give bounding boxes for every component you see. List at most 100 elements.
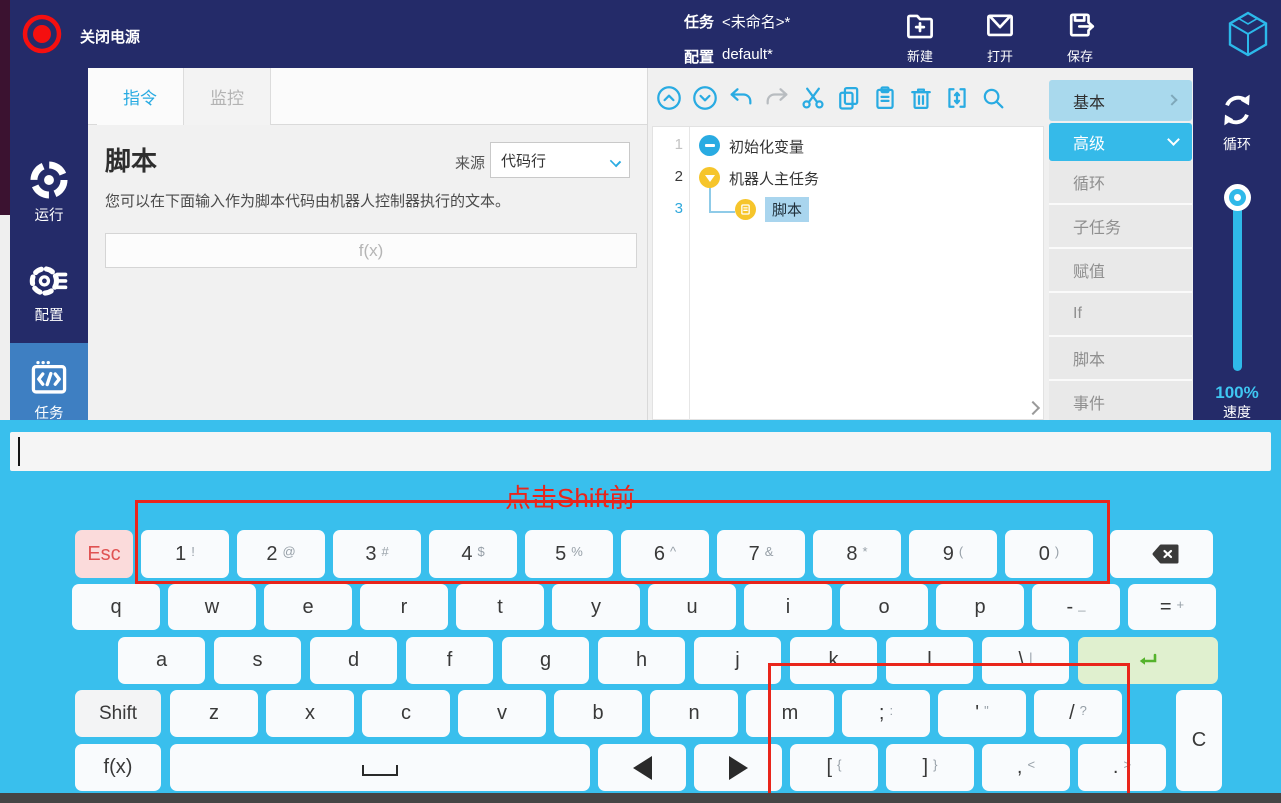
key-r[interactable]: r (360, 584, 448, 630)
script-expression-input[interactable] (105, 233, 637, 268)
palette-item-event[interactable]: 事件 (1049, 381, 1192, 420)
sidebar-item-config[interactable]: 配置 (10, 250, 88, 342)
keyboard-text-input[interactable] (10, 432, 1271, 471)
key-s[interactable]: s (214, 637, 301, 684)
redo-icon[interactable] (763, 84, 791, 112)
key-b[interactable]: b (554, 690, 642, 737)
key-main-char: e (302, 596, 313, 619)
key-g[interactable]: g (502, 637, 589, 684)
key-4[interactable]: 4$ (429, 530, 517, 578)
palette-item-script[interactable]: 脚本 (1049, 337, 1192, 381)
key-q[interactable]: q (72, 584, 160, 630)
key-u[interactable]: u (648, 584, 736, 630)
key-shift[interactable]: Shift (75, 690, 161, 737)
key-v[interactable]: v (458, 690, 546, 737)
key-a[interactable]: a (118, 637, 205, 684)
key-d[interactable]: d (310, 637, 397, 684)
key-h[interactable]: h (598, 637, 685, 684)
key-main-char: o (878, 596, 889, 619)
key-n[interactable]: n (650, 690, 738, 737)
key-arrow-left[interactable] (598, 744, 686, 791)
palette-item-subtask[interactable]: 子任务 (1049, 205, 1192, 249)
key-semicolon[interactable]: ;: (842, 690, 930, 737)
copy-icon[interactable] (835, 84, 863, 112)
key-t[interactable]: t (456, 584, 544, 630)
key-comma[interactable]: ,< (982, 744, 1070, 791)
key-k[interactable]: k (790, 637, 877, 684)
topbar-action-3[interactable]: 保存 (1040, 6, 1120, 65)
key-p[interactable]: p (936, 584, 1024, 630)
key-8[interactable]: 8* (813, 530, 901, 578)
tree-node-row[interactable]: 1初始化变量 (653, 130, 1043, 162)
key-7[interactable]: 7& (717, 530, 805, 578)
undo-icon[interactable] (727, 84, 755, 112)
tab-monitor[interactable]: 监控 (184, 68, 271, 125)
key-2[interactable]: 2@ (237, 530, 325, 578)
move-up-icon[interactable] (655, 84, 683, 112)
key-backslash[interactable]: \| (982, 637, 1069, 684)
topbar-action-1[interactable]: 新建 (880, 6, 960, 65)
key-slash[interactable]: /? (1034, 690, 1122, 737)
key-f[interactable]: f (406, 637, 493, 684)
key-z[interactable]: z (170, 690, 258, 737)
key-i[interactable]: i (744, 584, 832, 630)
sidebar-item-task[interactable]: 任务 (10, 348, 88, 420)
speed-slider-track[interactable] (1233, 198, 1242, 371)
palette-group-basic[interactable]: 基本 (1049, 80, 1192, 121)
key-bracket-open[interactable]: [{ (790, 744, 878, 791)
tree-node-row[interactable]: 3脚本 (653, 194, 1043, 226)
key-m[interactable]: m (746, 690, 834, 737)
key-backspace[interactable] (1110, 530, 1213, 578)
key-j[interactable]: j (694, 637, 781, 684)
key-shift-char: } (933, 757, 937, 772)
palette-item-if[interactable]: If (1049, 293, 1192, 337)
key-main-char: u (686, 596, 697, 619)
palette-group-advanced[interactable]: 高级 (1049, 123, 1192, 161)
key-minus[interactable]: -_ (1032, 584, 1120, 630)
key-e[interactable]: e (264, 584, 352, 630)
key-c[interactable]: c (362, 690, 450, 737)
speed-slider-handle[interactable] (1224, 184, 1251, 211)
source-dropdown[interactable]: 代码行 (490, 142, 630, 178)
loop-icon[interactable] (1217, 90, 1257, 130)
key-3[interactable]: 3# (333, 530, 421, 578)
topbar-action-label: 打开 (960, 46, 1040, 65)
key-y[interactable]: y (552, 584, 640, 630)
palette-item-assignment[interactable]: 赋值 (1049, 249, 1192, 293)
power-button[interactable] (20, 12, 64, 56)
key-1[interactable]: 1! (141, 530, 229, 578)
search-icon[interactable] (979, 84, 1007, 112)
key-6[interactable]: 6^ (621, 530, 709, 578)
key-w[interactable]: w (168, 584, 256, 630)
key-9[interactable]: 9( (909, 530, 997, 578)
key-arrow-right[interactable] (694, 744, 782, 791)
key-main-char: ' (975, 702, 979, 725)
palette-item-loop[interactable]: 循环 (1049, 161, 1192, 205)
tree-node-row[interactable]: 2机器人主任务 (653, 162, 1043, 194)
topbar-action-2[interactable]: 打开 (960, 6, 1040, 65)
key-equals[interactable]: =+ (1128, 584, 1216, 630)
key-quote[interactable]: '" (938, 690, 1026, 737)
paste-icon[interactable] (871, 84, 899, 112)
key-0[interactable]: 0) (1005, 530, 1093, 578)
key-esc[interactable]: Esc (75, 530, 133, 578)
move-down-icon[interactable] (691, 84, 719, 112)
key-bracket-close[interactable]: ]} (886, 744, 974, 791)
source-dropdown-value: 代码行 (501, 150, 546, 171)
key-x[interactable]: x (266, 690, 354, 737)
key-period[interactable]: .> (1078, 744, 1166, 791)
cut-icon[interactable] (799, 84, 827, 112)
sidebar-item-run[interactable]: 运行 (10, 150, 88, 242)
key-5[interactable]: 5% (525, 530, 613, 578)
text-cursor (18, 437, 20, 466)
delete-icon[interactable] (907, 84, 935, 112)
key-space[interactable] (170, 744, 590, 791)
key-l[interactable]: l (886, 637, 973, 684)
key-fx[interactable]: f(x) (75, 744, 161, 791)
key-shift-char: # (381, 544, 388, 559)
tab-instruction[interactable]: 指令 (97, 68, 184, 125)
key-c-tall[interactable]: C (1176, 690, 1222, 791)
replace-icon[interactable] (943, 84, 971, 112)
key-enter[interactable] (1078, 637, 1218, 684)
key-o[interactable]: o (840, 584, 928, 630)
